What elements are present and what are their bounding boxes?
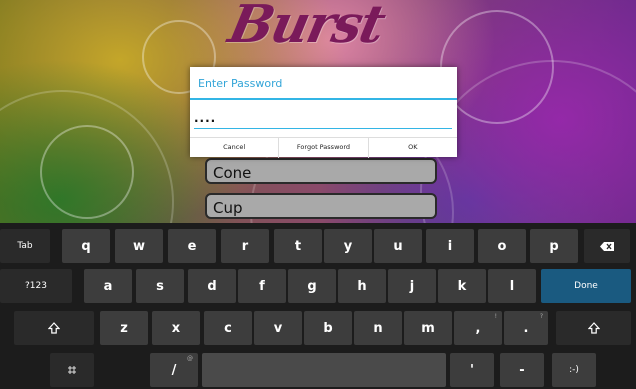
password-dialog: Enter Password .... Cancel Forgot Passwo… xyxy=(190,67,457,158)
key-h[interactable]: h xyxy=(338,269,386,303)
key-j[interactable]: j xyxy=(388,269,436,303)
key-backspace[interactable] xyxy=(584,229,630,263)
key-slash-label: / xyxy=(171,362,177,378)
key-n[interactable]: n xyxy=(354,311,402,345)
key-c[interactable]: c xyxy=(204,311,252,345)
key-p[interactable]: p xyxy=(530,229,578,263)
key-smiley[interactable]: :-) xyxy=(552,353,596,387)
decorative-circle xyxy=(0,90,174,223)
key-apostrophe[interactable]: ' xyxy=(450,353,494,387)
key-l[interactable]: l xyxy=(488,269,536,303)
key-g[interactable]: g xyxy=(288,269,336,303)
key-u[interactable]: u xyxy=(374,229,422,263)
app-logo-title: Burst xyxy=(223,0,389,55)
key-a[interactable]: a xyxy=(84,269,132,303)
key-period-hint: ? xyxy=(539,313,543,320)
settings-icon xyxy=(68,366,76,374)
key-z[interactable]: z xyxy=(100,311,148,345)
shift-icon xyxy=(587,322,600,334)
key-w[interactable]: w xyxy=(115,229,163,263)
dialog-button-row: Cancel Forgot Password OK xyxy=(190,137,457,158)
key-slash-hint: @ xyxy=(187,355,193,362)
key-slash[interactable]: / @ xyxy=(150,353,198,387)
shift-icon xyxy=(48,322,60,334)
key-done[interactable]: Done xyxy=(541,269,631,303)
key-b[interactable]: b xyxy=(304,311,352,345)
key-tab[interactable]: Tab xyxy=(0,229,50,263)
key-y[interactable]: y xyxy=(324,229,372,263)
key-settings[interactable] xyxy=(50,353,94,387)
key-symbols[interactable]: ?123 xyxy=(0,269,72,303)
ok-button[interactable]: OK xyxy=(369,138,457,158)
password-input-underline xyxy=(194,128,452,129)
key-period[interactable]: . ? xyxy=(504,311,548,345)
key-t[interactable]: t xyxy=(274,229,322,263)
key-shift-right[interactable] xyxy=(556,311,631,345)
dialog-title-divider xyxy=(190,98,457,100)
key-r[interactable]: r xyxy=(221,229,269,263)
password-input[interactable]: .... xyxy=(194,111,453,129)
key-v[interactable]: v xyxy=(254,311,302,345)
forgot-password-button[interactable]: Forgot Password xyxy=(279,138,369,158)
key-shift-left[interactable] xyxy=(14,311,94,345)
list-item-cone[interactable]: Cone xyxy=(205,158,437,184)
key-q[interactable]: q xyxy=(62,229,110,263)
key-i[interactable]: i xyxy=(426,229,474,263)
key-comma-hint: ! xyxy=(494,313,497,320)
key-k[interactable]: k xyxy=(438,269,486,303)
key-dash[interactable]: - xyxy=(500,353,544,387)
key-s[interactable]: s xyxy=(136,269,184,303)
key-space[interactable] xyxy=(202,353,446,387)
key-period-label: . xyxy=(523,320,529,336)
list-item-cup[interactable]: Cup xyxy=(205,193,437,219)
key-m[interactable]: m xyxy=(404,311,452,345)
soft-keyboard: Tab q w e r t y u i o p ?123 a s d f g h… xyxy=(0,223,636,389)
key-comma-label: , xyxy=(475,320,481,336)
key-x[interactable]: x xyxy=(152,311,200,345)
dialog-title: Enter Password xyxy=(198,77,283,90)
key-d[interactable]: d xyxy=(188,269,236,303)
key-comma[interactable]: , ! xyxy=(454,311,502,345)
key-e[interactable]: e xyxy=(168,229,216,263)
key-o[interactable]: o xyxy=(478,229,526,263)
key-f[interactable]: f xyxy=(238,269,286,303)
cancel-button[interactable]: Cancel xyxy=(190,138,280,158)
backspace-icon xyxy=(600,241,614,251)
